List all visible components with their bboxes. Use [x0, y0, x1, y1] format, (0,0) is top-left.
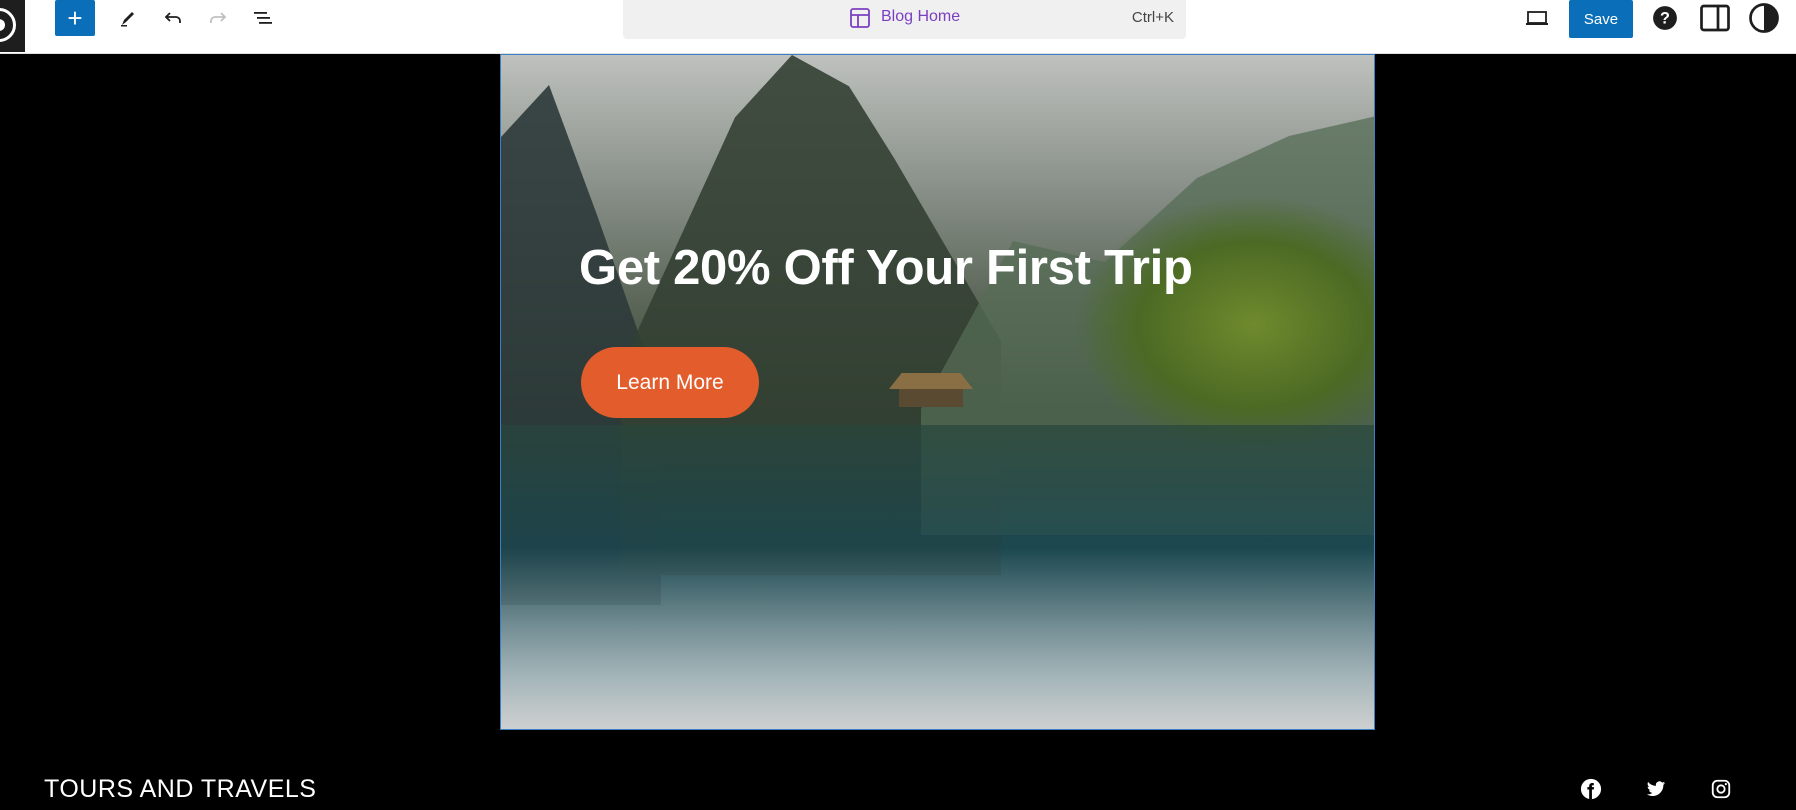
save-button[interactable]: Save [1569, 0, 1633, 38]
undo-icon [164, 12, 181, 23]
cover-block[interactable]: Get 20% Off Your First Trip Learn More [500, 54, 1375, 730]
redo-icon [210, 12, 227, 23]
svg-text:?: ? [1660, 9, 1670, 27]
sidebar-icon [1700, 4, 1730, 32]
learn-more-button[interactable]: Learn More [581, 347, 759, 418]
facebook-icon[interactable] [1580, 778, 1602, 800]
template-icon [850, 8, 870, 28]
help-icon: ? [1653, 6, 1677, 30]
list-view-button[interactable] [245, 0, 281, 36]
desktop-preview-icon [1526, 11, 1548, 25]
undo-button[interactable] [155, 0, 191, 36]
editor-toolbar: + Blog Home Ctrl+K Save ? [0, 0, 1796, 54]
wordpress-logo-icon[interactable] [0, 0, 25, 52]
template-title: Blog Home [881, 8, 961, 25]
styles-button[interactable] [1746, 0, 1782, 36]
list-view-icon [254, 12, 272, 24]
edit-tools-button[interactable] [110, 0, 146, 36]
hero-heading[interactable]: Get 20% Off Your First Trip [579, 240, 1193, 296]
device-preview-button[interactable] [1519, 0, 1555, 36]
pencil-icon [121, 12, 134, 27]
help-button[interactable]: ? [1647, 0, 1683, 36]
twitter-icon[interactable] [1645, 778, 1667, 800]
settings-sidebar-button[interactable] [1697, 0, 1733, 36]
site-footer: TOURS AND TRAVELS [0, 760, 1796, 810]
plus-icon: + [67, 3, 83, 33]
styles-icon [1749, 3, 1779, 33]
site-title[interactable]: TOURS AND TRAVELS [44, 775, 316, 804]
editor-canvas: Get 20% Off Your First Trip Learn More [0, 54, 1796, 810]
instagram-icon[interactable] [1710, 778, 1732, 800]
command-bar[interactable]: Blog Home Ctrl+K [623, 0, 1186, 39]
command-shortcut: Ctrl+K [1131, 9, 1174, 26]
hut-illustration [881, 373, 981, 407]
add-block-button[interactable]: + [55, 0, 95, 36]
redo-button[interactable] [200, 0, 236, 36]
